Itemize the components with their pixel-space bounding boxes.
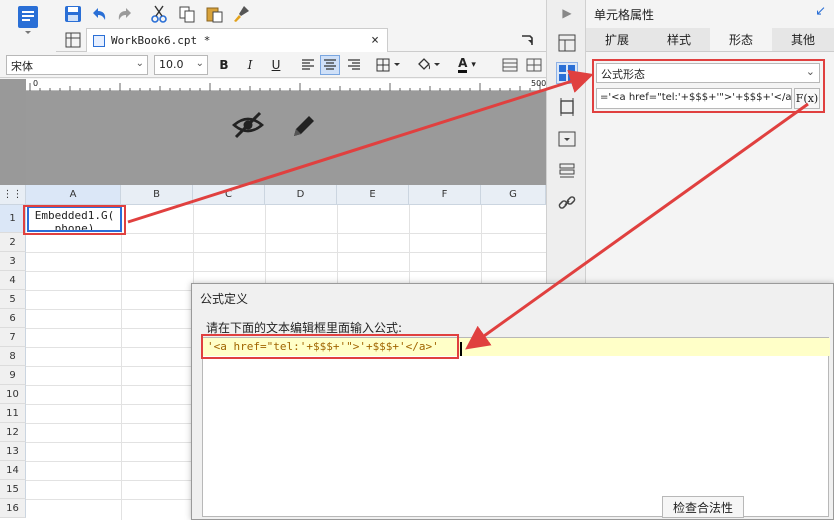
panel-title: 单元格属性	[594, 8, 655, 22]
ruler-horizontal: 0 500	[26, 79, 546, 91]
row-header[interactable]: 10	[0, 385, 26, 404]
column-header[interactable]: F	[409, 185, 481, 205]
main-toolbar	[0, 0, 546, 34]
chevron-down-icon: ⌄	[135, 58, 144, 69]
italic-button[interactable]: I	[240, 55, 260, 75]
cell-attribute-icon[interactable]	[556, 62, 578, 84]
copy-icon[interactable]	[176, 3, 198, 25]
ruler-vertical	[0, 79, 26, 185]
font-color-icon[interactable]: A ▾	[452, 55, 482, 75]
formula-dialog: 公式定义 请在下面的文本编辑框里面输入公式: '<a href="tel:'+$…	[191, 283, 834, 520]
grid-line	[26, 252, 546, 253]
align-right-icon[interactable]	[344, 55, 364, 75]
grid-menu-icon[interactable]	[62, 29, 84, 51]
row-header[interactable]: 5	[0, 290, 26, 309]
tab-label: WorkBook6.cpt *	[111, 34, 211, 47]
close-icon[interactable]: ×	[371, 33, 379, 48]
underline-button[interactable]: U	[266, 55, 286, 75]
ruler-end-label: 500	[531, 79, 547, 88]
cell-element-icon[interactable]	[556, 32, 578, 54]
tab-options-icon[interactable]	[516, 29, 538, 51]
undo-icon[interactable]	[88, 3, 110, 25]
paste-icon[interactable]	[203, 3, 225, 25]
merge-cells-icon[interactable]	[500, 55, 520, 75]
grid-line	[26, 271, 546, 272]
select-all-corner[interactable]: ⋮⋮	[0, 185, 26, 205]
annotation-box-dialog-code	[201, 334, 459, 359]
row-header[interactable]: 12	[0, 423, 26, 442]
align-center-icon[interactable]	[320, 55, 340, 75]
row-header[interactable]: 11	[0, 404, 26, 423]
align-left-icon[interactable]	[298, 55, 318, 75]
row-header[interactable]: 13	[0, 442, 26, 461]
property-tabs: 扩展 样式 形态 其他	[586, 28, 834, 52]
tab-expand[interactable]: 扩展	[586, 28, 648, 51]
design-area	[26, 91, 546, 185]
annotation-box-cell	[23, 205, 126, 235]
pin-icon[interactable]: ↙	[815, 4, 826, 19]
font-color-letter: A	[458, 57, 468, 73]
row-header[interactable]: 6	[0, 309, 26, 328]
tab-style[interactable]: 样式	[648, 28, 710, 51]
font-name-value: 宋体	[11, 60, 33, 73]
dialog-title: 公式定义	[200, 292, 249, 306]
column-header[interactable]: A	[26, 185, 121, 205]
text-caret	[460, 342, 462, 356]
workbook-tab-bar: WorkBook6.cpt * ×	[56, 28, 546, 52]
chevron-down-icon: ▾	[471, 60, 476, 70]
annotation-box-formula-shape	[592, 59, 825, 113]
tab-shape[interactable]: 形态	[710, 28, 772, 51]
column-header[interactable]: C	[193, 185, 265, 205]
condition-attribute-icon[interactable]	[556, 160, 578, 182]
check-validity-button[interactable]: 检查合法性	[662, 496, 744, 518]
formula-text-editor[interactable]: '<a href="tel:'+$$$+'">'+$$$+'</a>'	[202, 337, 830, 517]
row-header[interactable]: 15	[0, 480, 26, 499]
fill-color-icon[interactable]	[414, 55, 444, 75]
eye-hidden-icon[interactable]	[231, 111, 265, 144]
split-cells-icon[interactable]	[524, 55, 544, 75]
row-header[interactable]: 7	[0, 328, 26, 347]
row-header[interactable]: 4	[0, 271, 26, 290]
column-header[interactable]: G	[481, 185, 546, 205]
bold-button[interactable]: B	[214, 55, 234, 75]
font-size-value: 10.0	[159, 58, 184, 71]
format-bar: 宋体 ⌄ 10.0 ⌄ B I U A ▾	[0, 52, 546, 78]
cut-icon[interactable]	[148, 3, 170, 25]
redo-icon[interactable]	[114, 3, 136, 25]
row-header[interactable]: 2	[0, 233, 26, 252]
column-header[interactable]: B	[121, 185, 193, 205]
row-header[interactable]: 3	[0, 252, 26, 271]
border-icon[interactable]	[374, 55, 404, 75]
font-size-select[interactable]: 10.0 ⌄	[154, 55, 208, 75]
collapse-arrow-icon[interactable]: ▶	[556, 2, 578, 24]
tab-other[interactable]: 其他	[772, 28, 834, 51]
chevron-down-icon: ⌄	[195, 58, 204, 69]
edit-pencil-icon[interactable]	[289, 111, 319, 144]
row-header[interactable]: 9	[0, 366, 26, 385]
row-header[interactable]: 8	[0, 347, 26, 366]
save-icon[interactable]	[62, 3, 84, 25]
column-header[interactable]: D	[265, 185, 337, 205]
format-painter-icon[interactable]	[230, 3, 252, 25]
float-element-icon[interactable]	[556, 96, 578, 118]
tab-workbook[interactable]: WorkBook6.cpt * ×	[86, 28, 388, 52]
row-header[interactable]: 14	[0, 461, 26, 480]
widget-icon[interactable]	[556, 128, 578, 150]
ruler-start-label: 0	[33, 79, 39, 88]
app-menu-icon[interactable]	[0, 0, 56, 52]
hyperlink-icon[interactable]	[556, 192, 578, 214]
font-name-select[interactable]: 宋体 ⌄	[6, 55, 148, 75]
workbook-icon	[93, 34, 105, 47]
row-header[interactable]: 16	[0, 499, 26, 518]
column-header[interactable]: E	[337, 185, 409, 205]
